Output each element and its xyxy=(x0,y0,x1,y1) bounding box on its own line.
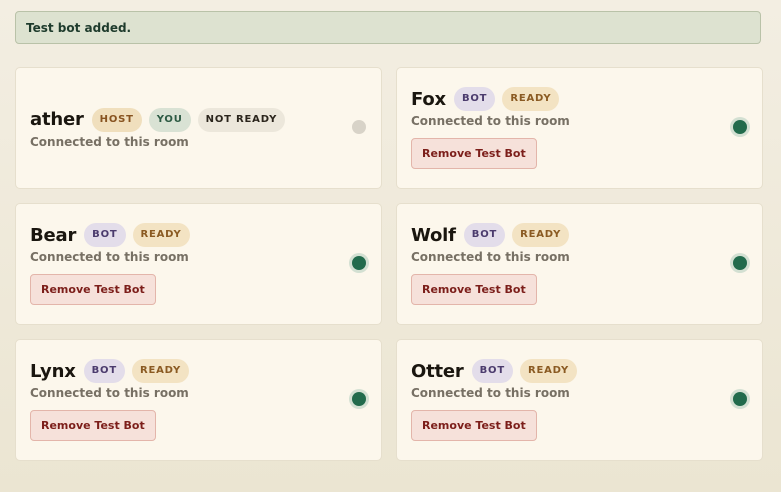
player-name-row: Fox BOT READY xyxy=(411,87,748,111)
connection-status: Connected to this room xyxy=(30,134,189,149)
success-toast: Test bot added. xyxy=(15,11,761,44)
presence-indicator-icon xyxy=(352,256,366,270)
remove-test-bot-button[interactable]: Remove Test Bot xyxy=(411,138,537,169)
player-grid: ather HOST YOU NOT READY Connected to th… xyxy=(15,67,763,461)
player-name: Lynx xyxy=(30,360,76,382)
toast-message: Test bot added. xyxy=(26,20,132,35)
ready-badge: READY xyxy=(512,223,570,247)
presence-indicator-icon xyxy=(733,256,747,270)
player-name: Bear xyxy=(30,224,77,246)
player-name: Wolf xyxy=(411,224,456,246)
player-card-bear: Bear BOT READY Connected to this room Re… xyxy=(15,203,382,325)
bot-badge: BOT xyxy=(453,87,496,111)
remove-test-bot-button[interactable]: Remove Test Bot xyxy=(411,274,537,305)
connection-status: Connected to this room xyxy=(411,386,570,400)
player-card-otter: Otter BOT READY Connected to this room R… xyxy=(396,339,763,461)
remove-test-bot-button[interactable]: Remove Test Bot xyxy=(30,274,156,305)
player-name-row: ather HOST YOU NOT READY xyxy=(30,107,367,132)
you-badge: YOU xyxy=(148,107,191,132)
ready-badge: READY xyxy=(519,359,578,383)
player-name: Fox xyxy=(411,88,446,110)
player-name: Otter xyxy=(411,360,464,382)
not-ready-badge: NOT READY xyxy=(197,107,286,132)
player-card-lynx: Lynx BOT READY Connected to this room Re… xyxy=(15,339,382,461)
host-badge: HOST xyxy=(91,107,142,132)
bot-badge: BOT xyxy=(83,359,125,383)
ready-badge: READY xyxy=(132,223,190,247)
bot-badge: BOT xyxy=(84,223,126,247)
presence-indicator-icon xyxy=(733,120,747,134)
presence-indicator-icon xyxy=(352,392,366,406)
player-name-row: Otter BOT READY xyxy=(411,359,748,383)
player-name-row: Wolf BOT READY xyxy=(411,223,748,247)
connection-status: Connected to this room xyxy=(411,114,570,128)
ready-badge: READY xyxy=(502,87,560,111)
connection-status: Connected to this room xyxy=(30,250,189,264)
player-card-fox: Fox BOT READY Connected to this room Rem… xyxy=(396,67,763,189)
player-name-row: Lynx BOT READY xyxy=(30,359,367,383)
bot-badge: BOT xyxy=(463,223,506,247)
remove-test-bot-button[interactable]: Remove Test Bot xyxy=(411,410,537,441)
player-card-ather: ather HOST YOU NOT READY Connected to th… xyxy=(15,67,382,189)
bot-badge: BOT xyxy=(471,359,513,383)
player-name: ather xyxy=(30,109,84,130)
connection-status: Connected to this room xyxy=(30,386,189,400)
connection-status: Connected to this room xyxy=(411,250,570,264)
ready-badge: READY xyxy=(131,359,190,383)
presence-indicator-icon xyxy=(733,392,747,406)
presence-indicator-icon xyxy=(352,120,366,134)
remove-test-bot-button[interactable]: Remove Test Bot xyxy=(30,410,156,441)
player-name-row: Bear BOT READY xyxy=(30,223,367,247)
player-card-wolf: Wolf BOT READY Connected to this room Re… xyxy=(396,203,763,325)
